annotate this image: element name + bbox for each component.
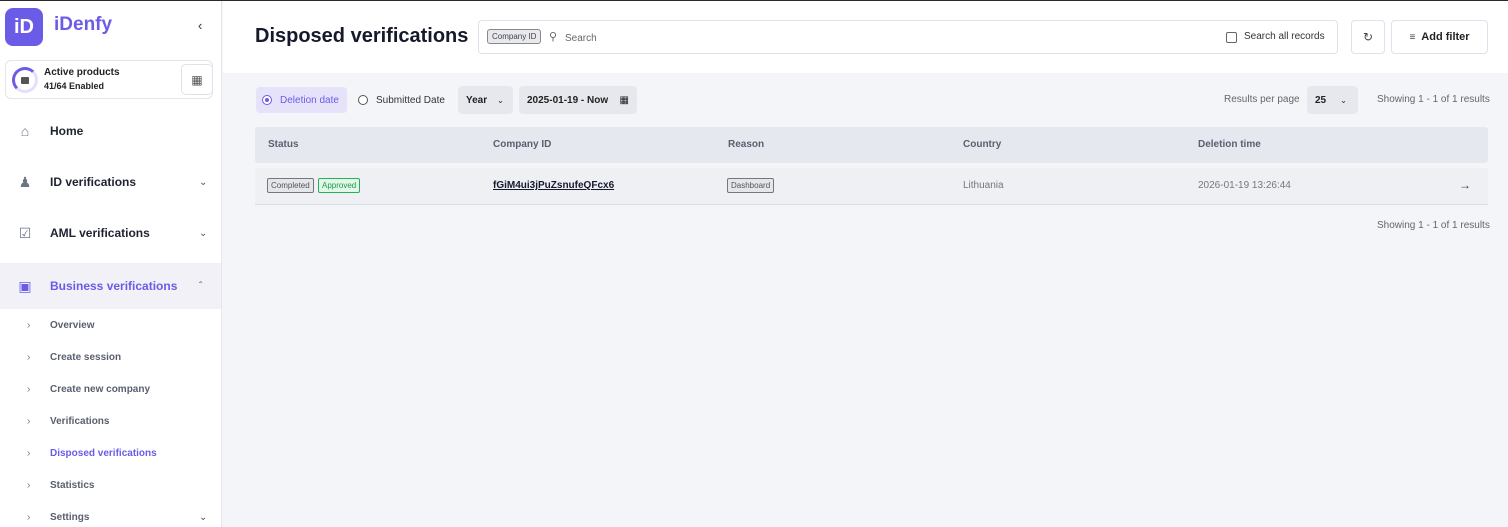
arrow-right-icon[interactable]: →	[1459, 178, 1471, 192]
chevron-right-icon: ›	[27, 416, 31, 427]
nav-item-home[interactable]: ⌂ Home	[0, 115, 221, 147]
results-per-page-label: Results per page	[1224, 94, 1300, 105]
grid-add-icon[interactable]: ▦	[181, 64, 213, 95]
home-icon: ⌂	[20, 123, 30, 139]
nav-item-aml-verifications[interactable]: ☑ AML verifications ⌄	[0, 217, 221, 249]
status-badge-completed: Completed	[267, 178, 314, 193]
refresh-button[interactable]: ↻	[1351, 20, 1385, 54]
column-header-company-id[interactable]: Company ID	[493, 139, 551, 150]
sub-item-overview[interactable]: › Overview	[0, 317, 221, 337]
nav-item-business-verifications[interactable]: ▣ Business verifications ˆ	[0, 263, 221, 309]
sub-item-statistics[interactable]: › Statistics	[0, 477, 221, 497]
user-check-icon: ♟	[18, 173, 32, 190]
date-range-value: 2025-01-19 - Now	[527, 94, 609, 106]
chevron-down-icon: ⌄	[199, 176, 208, 188]
date-range-picker[interactable]: 2025-01-19 - Now ▦	[519, 86, 637, 114]
nav-item-id-verifications[interactable]: ♟ ID verifications ⌄	[0, 166, 221, 198]
chevron-right-icon: ›	[27, 352, 31, 363]
results-count-bottom: Showing 1 - 1 of 1 results	[1377, 220, 1490, 231]
chevron-down-icon: ⌄	[199, 512, 208, 523]
add-filter-button[interactable]: ≡ Add filter	[1391, 20, 1488, 54]
radio-submitted-date[interactable]: Submitted Date	[352, 87, 452, 113]
chevron-right-icon: ›	[27, 384, 31, 395]
search-bar[interactable]: Company ID ⚲ Search all records	[478, 20, 1338, 54]
reason-badge: Dashboard	[727, 178, 775, 193]
sub-item-disposed-verifications[interactable]: › Disposed verifications	[0, 445, 221, 465]
column-header-country[interactable]: Country	[963, 139, 1001, 150]
nav-item-label: Home	[50, 124, 84, 138]
search-field-tag[interactable]: Company ID	[487, 29, 542, 44]
sub-item-label: Overview	[50, 320, 95, 331]
products-progress-ring	[12, 67, 38, 93]
company-id-link[interactable]: fGiM4ui3jPuZsnufeQFcx6	[493, 180, 614, 191]
sub-item-verifications[interactable]: › Verifications	[0, 413, 221, 433]
radio-label: Submitted Date	[376, 94, 445, 106]
products-title: Active products	[44, 67, 120, 78]
chevron-left-icon[interactable]: ‹	[198, 18, 202, 33]
sub-item-label: Create new company	[50, 384, 151, 395]
briefcase-icon	[21, 76, 29, 84]
search-input[interactable]	[565, 29, 1125, 47]
chevron-up-icon: ˆ	[199, 280, 203, 292]
filter-icon: ≡	[1409, 31, 1416, 43]
briefcase-icon: ▣	[18, 277, 32, 294]
clipboard-check-icon: ☑	[18, 224, 32, 241]
status-badge-approved: Approved	[318, 178, 361, 193]
results-count-top: Showing 1 - 1 of 1 results	[1377, 94, 1490, 105]
radio-deletion-date[interactable]: Deletion date	[256, 87, 347, 113]
period-select[interactable]: Year ⌄	[458, 86, 513, 114]
page-title: Disposed verifications	[255, 25, 469, 47]
chevron-down-icon: ⌄	[497, 95, 504, 105]
results-per-page-select[interactable]: 25 ⌄	[1307, 86, 1358, 114]
radio-unselected-icon	[358, 95, 368, 105]
chevron-down-icon: ⌄	[1340, 95, 1347, 105]
radio-selected-icon	[262, 95, 272, 105]
nav-item-label: ID verifications	[50, 175, 137, 189]
sub-item-settings[interactable]: › Settings ⌄	[0, 509, 221, 527]
add-filter-label: Add filter	[1421, 31, 1470, 43]
chevron-right-icon: ›	[27, 512, 31, 523]
table-header: Status Company ID Reason Country Deletio…	[255, 127, 1488, 163]
results-per-page-value: 25	[1315, 94, 1327, 106]
logo-text[interactable]: iDenfy	[54, 14, 112, 36]
chevron-right-icon: ›	[27, 480, 31, 491]
sub-item-label: Settings	[50, 512, 90, 523]
search-all-label[interactable]: Search all records	[1244, 31, 1325, 42]
radio-label: Deletion date	[280, 94, 339, 106]
sub-item-label: Disposed verifications	[50, 448, 157, 459]
sub-item-label: Create session	[50, 352, 122, 363]
nav-item-label: AML verifications	[50, 226, 150, 240]
nav-item-label: Business verifications	[50, 279, 178, 293]
logo-mark[interactable]: iD	[5, 8, 43, 46]
column-header-deletion-time[interactable]: Deletion time	[1198, 139, 1261, 150]
column-header-status[interactable]: Status	[268, 139, 299, 150]
sub-item-label: Statistics	[50, 480, 95, 491]
products-status: 41/64 Enabled	[44, 81, 105, 91]
sub-item-create-new-company[interactable]: › Create new company	[0, 381, 221, 401]
sub-item-label: Verifications	[50, 416, 110, 427]
active-products-card[interactable]: Active products 41/64 Enabled ▦	[5, 60, 213, 99]
column-header-reason[interactable]: Reason	[728, 139, 764, 150]
chevron-right-icon: ›	[27, 448, 31, 459]
calendar-icon: ▦	[619, 94, 629, 106]
page-header: Disposed verifications Company ID ⚲ Sear…	[223, 1, 1508, 73]
chevron-right-icon: ›	[27, 320, 31, 331]
search-icon: ⚲	[549, 31, 558, 43]
country-cell: Lithuania	[963, 180, 1004, 191]
table-row[interactable]: Completed Approved fGiM4ui3jPuZsnufeQFcx…	[255, 168, 1488, 205]
search-all-checkbox[interactable]	[1226, 32, 1237, 43]
chevron-down-icon: ⌄	[199, 227, 208, 239]
sub-item-create-session[interactable]: › Create session	[0, 349, 221, 369]
period-value: Year	[466, 94, 488, 106]
refresh-icon: ↻	[1362, 30, 1374, 44]
deletion-time-cell: 2026-01-19 13:26:44	[1198, 180, 1291, 191]
sidebar: iD iDenfy ‹ Active products 41/64 Enable…	[0, 1, 222, 527]
